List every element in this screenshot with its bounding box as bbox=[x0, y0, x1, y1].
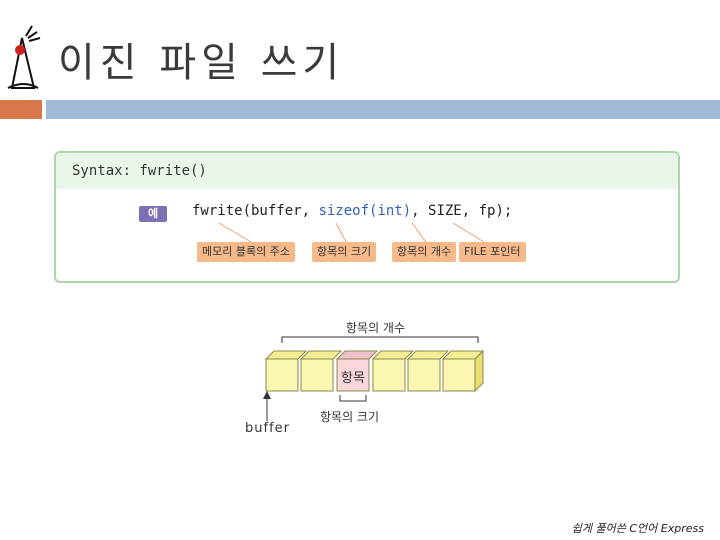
java-duke-logo-icon bbox=[7, 25, 41, 89]
code-example: fwrite(buffer, sizeof(int), SIZE, fp); bbox=[192, 203, 512, 219]
buffer-label: buffer bbox=[245, 421, 290, 436]
item-count-label: 항목의 개수 bbox=[346, 321, 406, 335]
tag-memory-address: 메모리 블록의 주소 bbox=[197, 242, 295, 262]
item-label: 항목 bbox=[341, 371, 365, 386]
code-keyword: sizeof(int) bbox=[318, 203, 412, 219]
syntax-heading: Syntax: fwrite() bbox=[56, 153, 678, 189]
example-badge: 예 bbox=[139, 206, 167, 222]
slide-title: 이진 파일 쓰기 bbox=[58, 40, 345, 86]
footer-credit: 쉽게 풀어쓴 C언어 Express bbox=[571, 522, 704, 535]
code-rest: , SIZE, fp); bbox=[411, 203, 513, 219]
code-function: fwrite(buffer, bbox=[192, 203, 319, 219]
memory-block-diagram: 항목의 개수 항목 항목의 크기 buffer bbox=[240, 315, 500, 440]
tag-item-count: 항목의 개수 bbox=[392, 242, 457, 262]
header-accent-bar bbox=[0, 100, 42, 119]
item-size-label: 항목의 크기 bbox=[320, 410, 380, 424]
tag-item-size: 항목의 크기 bbox=[312, 242, 377, 262]
tag-file-pointer: FILE 포인터 bbox=[459, 242, 526, 262]
header-divider-bar bbox=[46, 100, 720, 119]
syntax-box: Syntax: fwrite() 예 fwrite(buffer, sizeof… bbox=[54, 151, 680, 283]
